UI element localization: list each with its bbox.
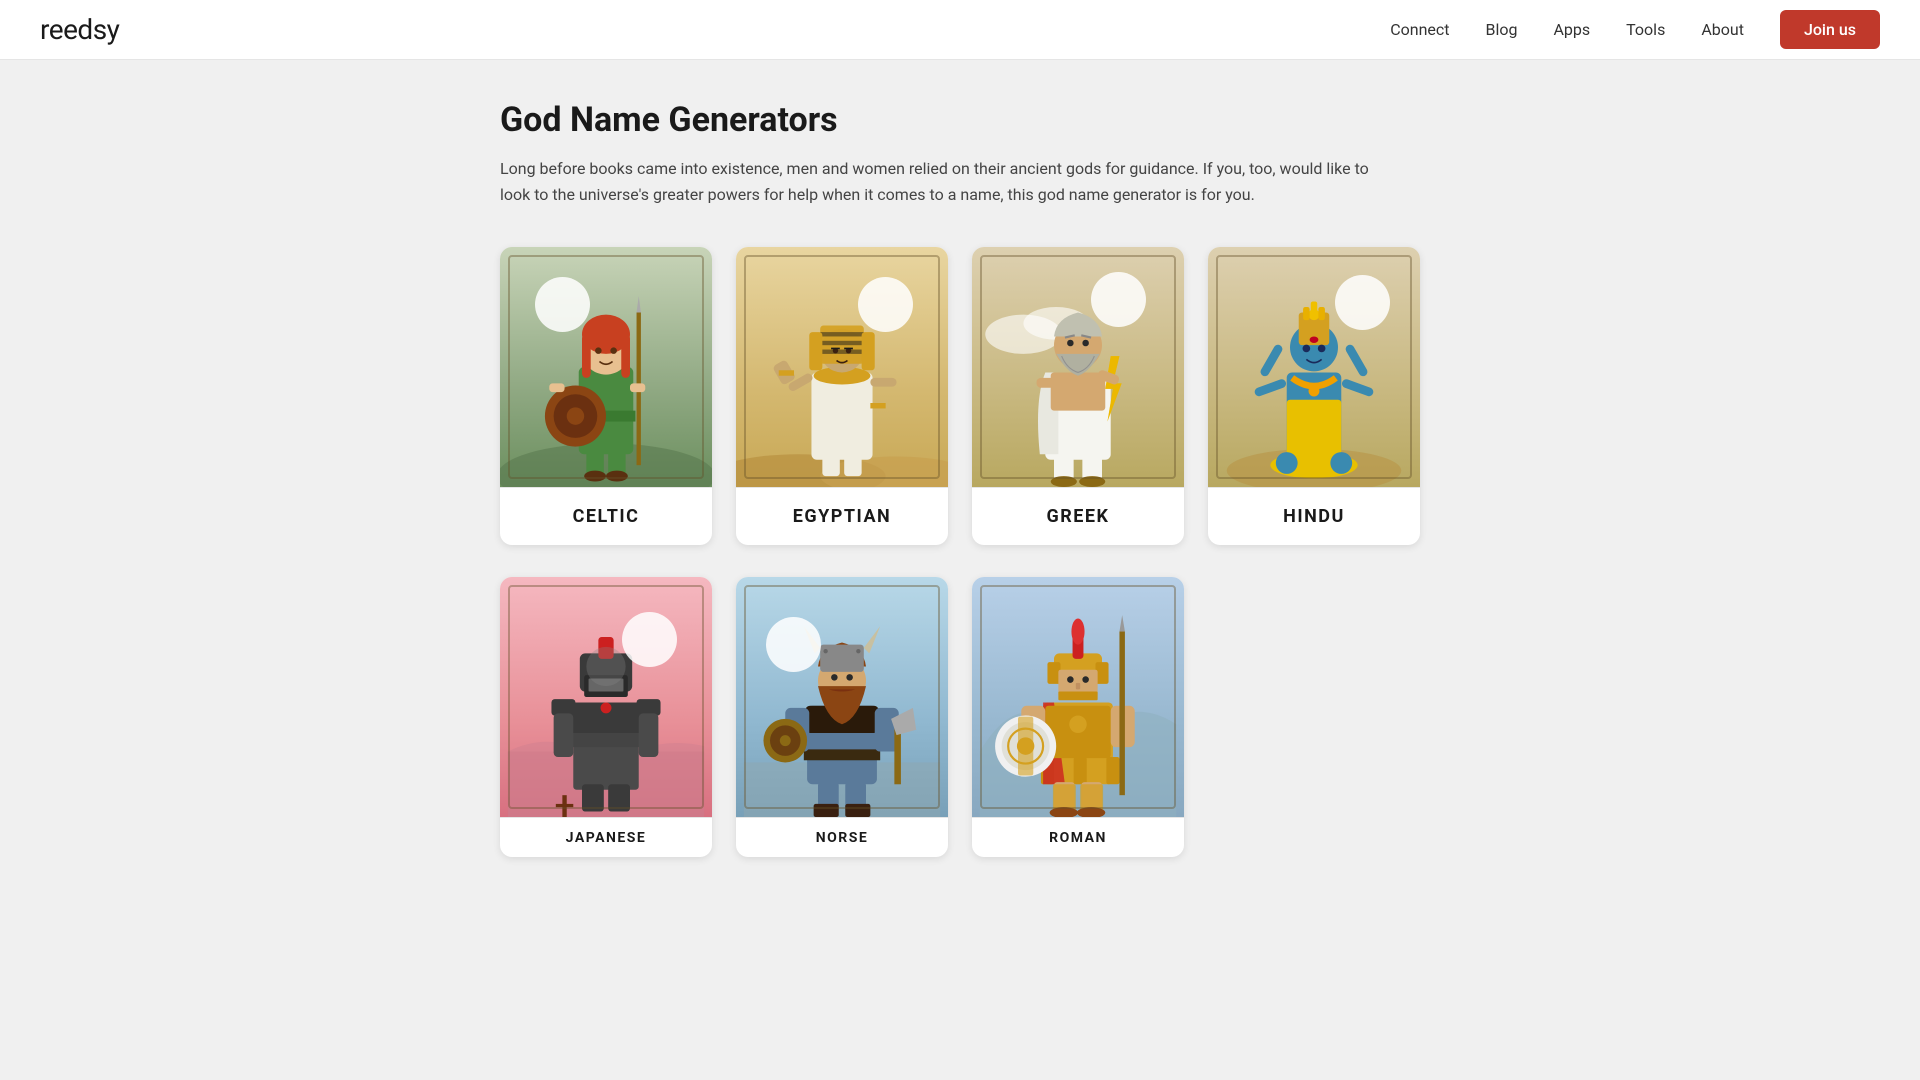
logo[interactable]: reedsy (40, 13, 119, 46)
card-japanese[interactable]: JAPANESE (500, 577, 712, 857)
card-roman-image (972, 577, 1184, 817)
card-greek-label: GREEK (972, 487, 1184, 545)
norse-sun (766, 617, 821, 672)
greek-figure (972, 247, 1184, 487)
card-norse-label: NORSE (736, 817, 948, 857)
hindu-sun (1335, 275, 1390, 330)
card-celtic-image (500, 247, 712, 487)
japanese-figure (500, 577, 712, 817)
celtic-figure (500, 247, 712, 487)
navigation: reedsy Connect Blog Apps Tools About Joi… (0, 0, 1920, 60)
card-greek[interactable]: GREEK (972, 247, 1184, 545)
card-hindu-image (1208, 247, 1420, 487)
celtic-sun (535, 277, 590, 332)
card-hindu-label: HINDU (1208, 487, 1420, 545)
card-japanese-image (500, 577, 712, 817)
norse-figure (736, 577, 948, 817)
card-celtic[interactable]: CELTIC (500, 247, 712, 545)
card-japanese-label: JAPANESE (500, 817, 712, 857)
nav-blog[interactable]: Blog (1486, 20, 1518, 39)
nav-tools[interactable]: Tools (1626, 20, 1665, 39)
card-egyptian-label: EGYPTIAN (736, 487, 948, 545)
nav-connect[interactable]: Connect (1390, 20, 1449, 39)
card-egyptian[interactable]: EGYPTIAN (736, 247, 948, 545)
card-hindu[interactable]: HINDU (1208, 247, 1420, 545)
card-norse-image (736, 577, 948, 817)
nav-about[interactable]: About (1701, 20, 1744, 39)
hindu-figure (1208, 247, 1420, 487)
card-egyptian-image (736, 247, 948, 487)
main-content: God Name Generators Long before books ca… (480, 60, 1440, 897)
nav-apps[interactable]: Apps (1553, 20, 1590, 39)
greek-sun (1091, 272, 1146, 327)
card-grid-row2: JAPANESE (500, 577, 1420, 857)
roman-figure (972, 577, 1184, 817)
card-celtic-label: CELTIC (500, 487, 712, 545)
nav-links: Connect Blog Apps Tools About Join us (1390, 10, 1880, 49)
page-title: God Name Generators (500, 100, 1420, 140)
join-button[interactable]: Join us (1780, 10, 1880, 49)
card-roman[interactable]: ROMAN (972, 577, 1184, 857)
egyptian-sun (858, 277, 913, 332)
egyptian-figure (736, 247, 948, 487)
japanese-sun (622, 612, 677, 667)
card-norse[interactable]: NORSE (736, 577, 948, 857)
card-grid-row1: CELTIC (500, 247, 1420, 545)
card-roman-label: ROMAN (972, 817, 1184, 857)
card-greek-image (972, 247, 1184, 487)
page-description: Long before books came into existence, m… (500, 156, 1380, 207)
